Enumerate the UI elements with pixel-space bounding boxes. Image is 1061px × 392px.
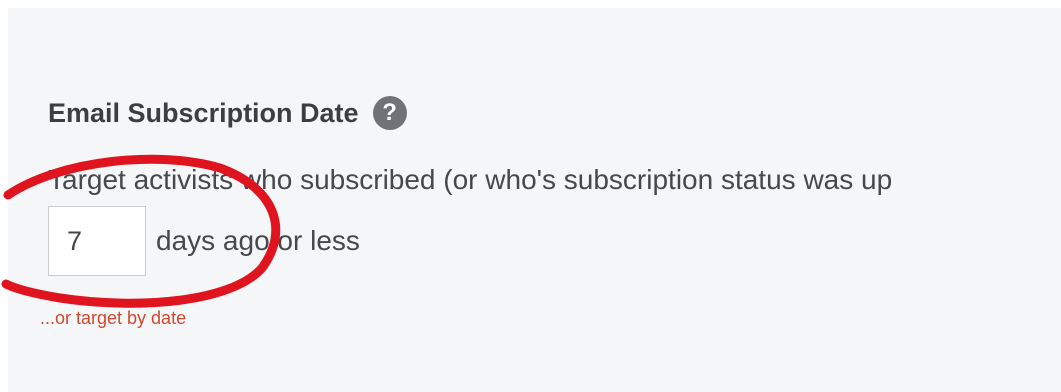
section-header: Email Subscription Date ? xyxy=(48,96,407,130)
help-question-icon[interactable]: ? xyxy=(372,96,407,130)
filter-description: Target activists who subscribed (or who'… xyxy=(48,164,893,195)
target-by-date-link[interactable]: ...or target by date xyxy=(40,308,186,329)
section-title: Email Subscription Date xyxy=(48,97,359,128)
days-ago-input[interactable] xyxy=(48,206,146,276)
days-filter-row: days ago or less xyxy=(48,206,360,276)
days-ago-suffix: days ago or less xyxy=(156,225,360,256)
filter-panel xyxy=(8,8,1061,392)
